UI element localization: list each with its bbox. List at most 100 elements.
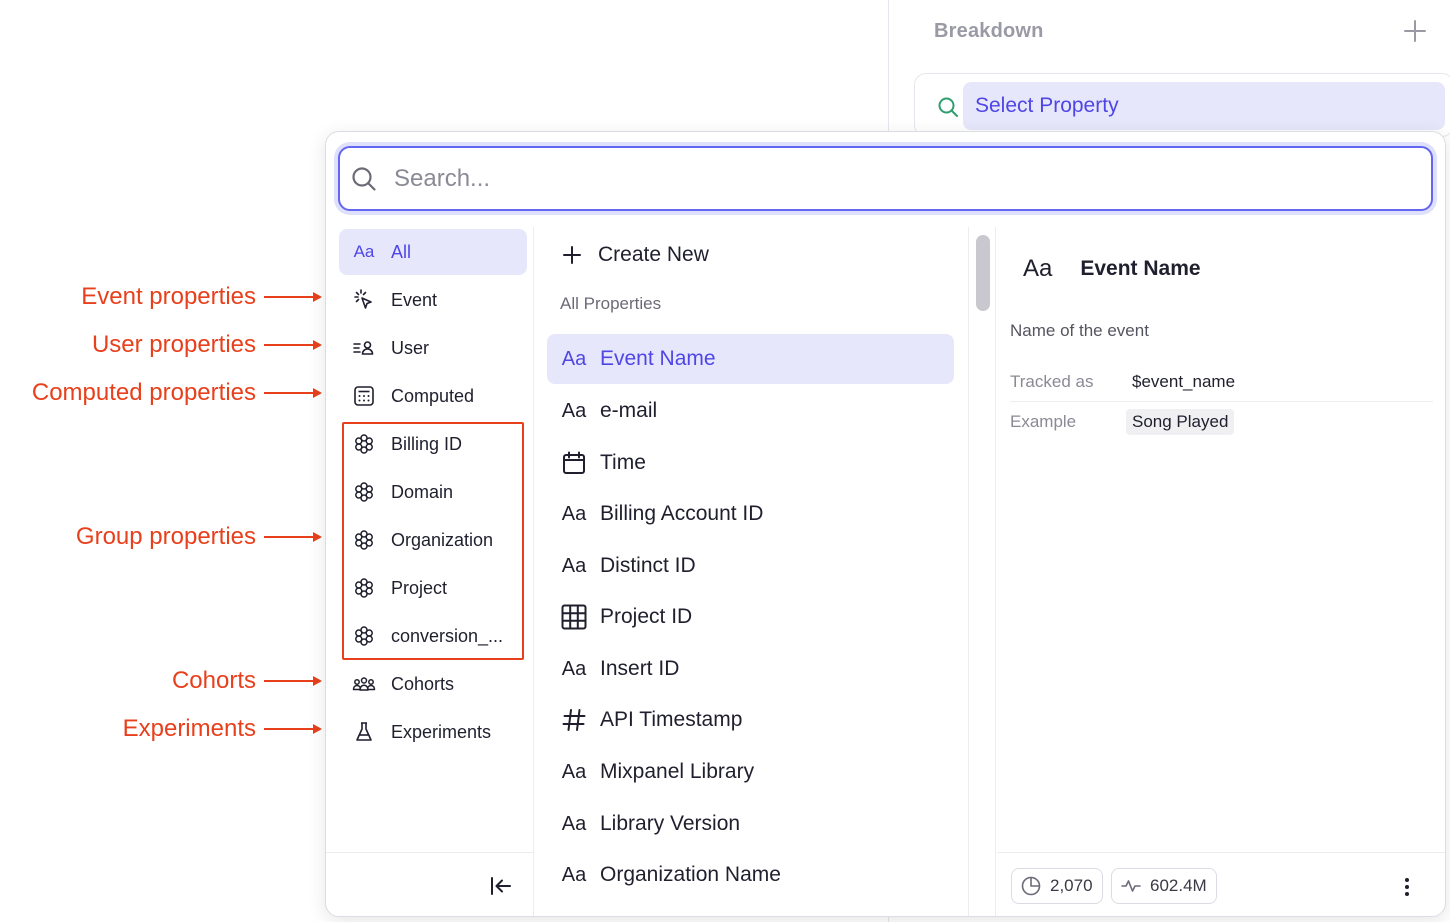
collapse-sidebar-icon[interactable] <box>488 873 514 899</box>
property-item-time[interactable]: Time <box>547 438 954 488</box>
annotation-user-properties: User properties <box>20 330 322 360</box>
annotation-text: User properties <box>91 331 256 358</box>
property-label: e-mail <box>600 399 658 422</box>
example-label: Example <box>1010 412 1077 431</box>
group-icon <box>351 576 377 600</box>
activity-icon <box>1121 880 1141 892</box>
property-item-email[interactable]: Aa e-mail <box>547 386 954 436</box>
aa-icon: Aa <box>561 347 587 370</box>
category-label: All <box>391 241 412 262</box>
section-title: All Properties <box>560 294 662 313</box>
aa-icon: Aa <box>561 399 587 422</box>
aa-icon: Aa <box>561 657 587 680</box>
pie-chart-icon <box>1021 876 1041 896</box>
detail-footer: 2,070 602.4M <box>997 852 1445 916</box>
property-item-library-version[interactable]: Aa Library Version <box>547 799 954 849</box>
category-list: Aa All Event User Computed Billing ID Do… <box>326 227 534 916</box>
category-experiments[interactable]: Experiments <box>339 709 527 755</box>
category-billing-id[interactable]: Billing ID <box>339 421 527 467</box>
annotation-computed-properties: Computed properties <box>10 378 322 408</box>
property-label: Project ID <box>600 605 693 628</box>
group-icon <box>351 528 377 552</box>
annotation-text: Event properties <box>81 283 256 310</box>
property-label: Mixpanel Library <box>600 760 755 783</box>
add-breakdown-icon[interactable] <box>1402 18 1428 44</box>
property-item-project-id[interactable]: Project ID <box>547 592 954 642</box>
arrow-icon <box>264 291 322 303</box>
detail-title: Event Name <box>1080 257 1201 280</box>
create-new-button[interactable]: Create New <box>560 239 709 271</box>
category-label: Billing ID <box>391 433 463 454</box>
detail-description: Name of the event <box>1010 321 1149 340</box>
calendar-icon <box>560 449 588 477</box>
arrow-icon <box>264 531 322 543</box>
detail-tracked-as-row: Tracked as $event_name <box>1010 362 1433 402</box>
category-footer <box>326 852 533 916</box>
calculator-icon <box>351 384 377 408</box>
property-item-insert-id[interactable]: Aa Insert ID <box>547 644 954 694</box>
property-item-event-name[interactable]: Aa Event Name <box>547 334 954 384</box>
detail-example-row: Example Song Played <box>1010 402 1433 442</box>
stat-volume-chip: 602.4M <box>1111 868 1217 904</box>
annotation-text: Group properties <box>75 523 256 550</box>
category-computed[interactable]: Computed <box>339 373 527 419</box>
search-box <box>338 146 1433 211</box>
search-icon <box>938 97 958 117</box>
property-item-organization-name[interactable]: Aa Organization Name <box>547 850 954 900</box>
arrow-icon <box>264 387 322 399</box>
arrow-icon <box>264 675 322 687</box>
category-label: Event <box>391 289 438 310</box>
group-icon <box>351 432 377 456</box>
category-label: Experiments <box>391 721 492 742</box>
property-item-api-timestamp[interactable]: API Timestamp <box>547 695 954 745</box>
category-user[interactable]: User <box>339 325 527 371</box>
category-label: Cohorts <box>391 673 455 694</box>
category-all[interactable]: Aa All <box>339 229 527 275</box>
arrow-icon <box>264 339 322 351</box>
property-label: Library Version <box>600 812 741 835</box>
property-list: Create New All Properties Aa Event Name … <box>534 227 968 916</box>
search-input[interactable] <box>394 156 1414 202</box>
breakdown-title: Breakdown <box>934 20 1044 42</box>
detail-header: Aa Event Name <box>1023 255 1201 283</box>
category-conversion[interactable]: conversion_... <box>339 613 527 659</box>
user-list-icon <box>351 336 377 360</box>
category-label: User <box>391 337 430 358</box>
category-cohorts[interactable]: Cohorts <box>339 661 527 707</box>
category-event[interactable]: Event <box>339 277 527 323</box>
annotation-text: Experiments <box>122 715 256 742</box>
aa-icon: Aa <box>561 760 587 783</box>
category-domain[interactable]: Domain <box>339 469 527 515</box>
grid-icon <box>560 603 588 631</box>
category-label: Organization <box>391 529 494 550</box>
scrollbar-thumb[interactable] <box>976 235 990 311</box>
category-project[interactable]: Project <box>339 565 527 611</box>
tracked-as-label: Tracked as <box>1010 371 1094 391</box>
more-vertical-icon[interactable] <box>1397 875 1417 899</box>
property-label: API Timestamp <box>600 708 743 731</box>
annotation-experiments: Experiments <box>20 714 322 744</box>
property-label: Event Name <box>600 347 716 370</box>
aa-icon: Aa <box>1023 255 1053 282</box>
annotation-text: Computed properties <box>31 379 256 406</box>
category-label: conversion_... <box>391 625 504 646</box>
select-property-button[interactable]: Select Property <box>963 82 1445 130</box>
annotation-group-properties: Group properties <box>20 522 322 552</box>
property-item-billing-account-id[interactable]: Aa Billing Account ID <box>547 489 954 539</box>
annotation-event-properties: Event properties <box>20 282 322 312</box>
annotation-text: Cohorts <box>171 667 256 694</box>
scrollbar[interactable] <box>968 227 996 916</box>
flask-icon <box>351 720 377 744</box>
stat-count-chip: 2,070 <box>1011 868 1103 904</box>
property-picker-popover: Aa All Event User Computed Billing ID <box>325 131 1446 917</box>
cursor-click-icon <box>351 288 377 312</box>
category-label: Domain <box>391 481 454 502</box>
property-item-mixpanel-library[interactable]: Aa Mixpanel Library <box>547 747 954 797</box>
annotation-cohorts: Cohorts <box>20 666 322 696</box>
property-label: Organization Name <box>600 863 781 886</box>
property-item-distinct-id[interactable]: Aa Distinct ID <box>547 541 954 591</box>
search-icon <box>352 167 376 191</box>
aa-icon: Aa <box>561 812 587 835</box>
property-label: Insert ID <box>600 657 680 680</box>
category-organization[interactable]: Organization <box>339 517 527 563</box>
